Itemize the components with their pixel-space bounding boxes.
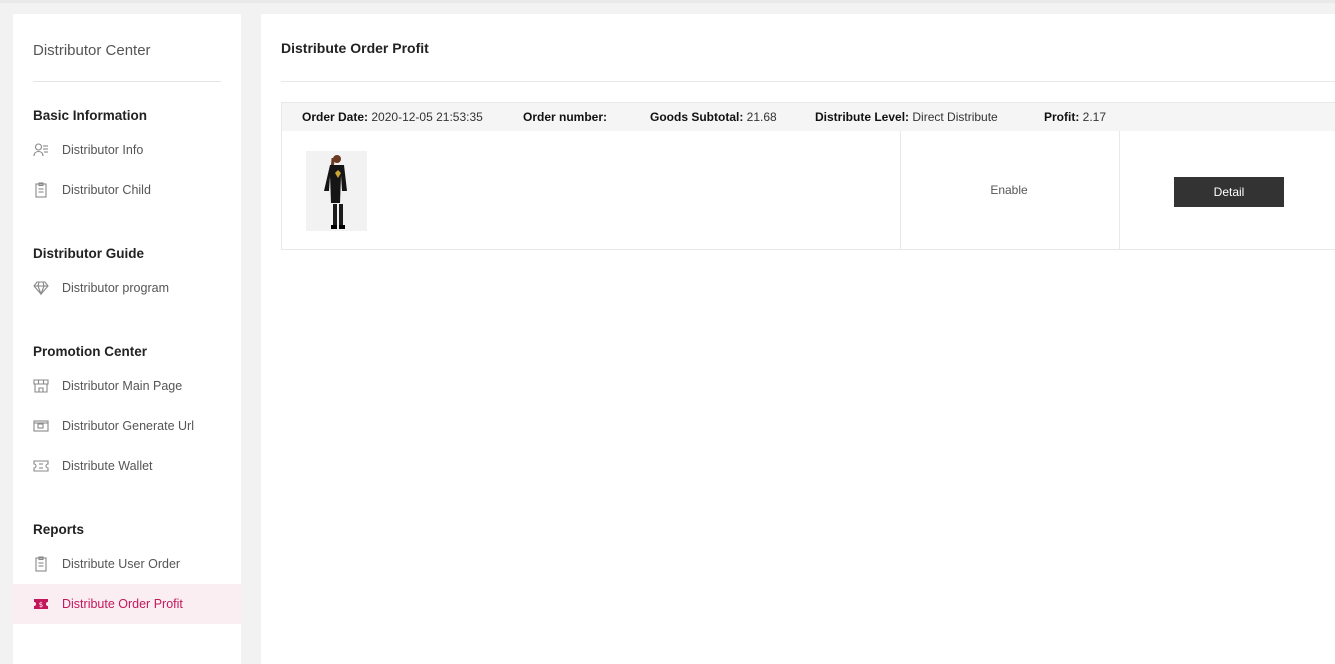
sidebar-divider [33,81,221,82]
sidebar-item-label: Distribute User Order [62,557,181,571]
sidebar-item-distributor-info[interactable]: Distributor Info [13,130,241,170]
sidebar: Distributor Center Basic Information Dis… [13,14,241,664]
goods-subtotal-key: Goods Subtotal: [650,110,744,124]
order-card: Order Date: 2020-12-05 21:53:35 Order nu… [281,102,1335,250]
group-title-promotion-center: Promotion Center [33,344,148,359]
sidebar-item-label: Distributor Main Page [62,379,183,393]
top-bar [0,0,1335,3]
sidebar-item-label: Distribute Order Profit [62,597,183,611]
dollar-ticket-icon: $ [33,596,49,612]
sidebar-item-distributor-generate-url[interactable]: Distributor Generate Url [13,406,241,446]
sidebar-title: Distributor Center [33,42,151,59]
clipboard-icon [33,556,49,572]
sidebar-item-distribute-order-profit[interactable]: $ Distribute Order Profit [13,584,241,624]
diamond-icon [33,280,49,296]
group-title-distributor-guide: Distributor Guide [33,246,144,261]
order-date-value: 2020-12-05 21:53:35 [371,110,483,124]
column-separator [1119,131,1120,250]
order-date: Order Date: 2020-12-05 21:53:35 [302,110,483,124]
distribute-level-value: Direct Distribute [912,110,998,124]
sidebar-item-label: Distributor program [62,281,169,295]
distribute-level: Distribute Level: Direct Distribute [815,110,998,124]
sidebar-item-label: Distributor Info [62,143,144,157]
profit: Profit: 2.17 [1044,110,1106,124]
product-image[interactable] [306,151,367,231]
store-icon [33,378,49,394]
profit-key: Profit: [1044,110,1080,124]
user-list-icon [33,142,49,158]
sidebar-item-label: Distributor Generate Url [62,419,194,433]
order-body: Enable Detail [282,131,1335,250]
sidebar-item-distribute-user-order[interactable]: Distribute User Order [13,544,241,584]
group-title-basic-information: Basic Information [33,108,148,123]
order-header: Order Date: 2020-12-05 21:53:35 Order nu… [282,103,1335,131]
sidebar-item-distribute-wallet[interactable]: Distribute Wallet [13,446,241,486]
sidebar-item-distributor-child[interactable]: Distributor Child [13,170,241,210]
goods-subtotal-value: 21.68 [746,110,777,124]
ticket-icon [33,458,49,474]
order-number-key: Order number: [523,110,608,124]
clipboard-icon [33,182,49,198]
profit-value: 2.17 [1082,110,1107,124]
sidebar-item-distributor-main-page[interactable]: Distributor Main Page [13,366,241,406]
order-date-key: Order Date: [302,110,369,124]
sidebar-item-distributor-program[interactable]: Distributor program [13,268,241,308]
title-divider [281,81,1335,82]
sidebar-item-label: Distributor Child [62,183,151,197]
group-title-reports: Reports [33,522,85,537]
page-title: Distribute Order Profit [281,40,429,56]
order-number: Order number: [523,110,607,124]
wallet-card-icon [33,418,49,434]
status-text: Enable [990,183,1028,197]
sidebar-item-label: Distribute Wallet [62,459,153,473]
goods-subtotal: Goods Subtotal: 21.68 [650,110,777,124]
detail-button[interactable]: Detail [1174,177,1284,207]
main-panel: Distribute Order Profit Order Date: 2020… [261,14,1335,664]
svg-text:$: $ [39,601,43,609]
distribute-level-key: Distribute Level: [815,110,910,124]
